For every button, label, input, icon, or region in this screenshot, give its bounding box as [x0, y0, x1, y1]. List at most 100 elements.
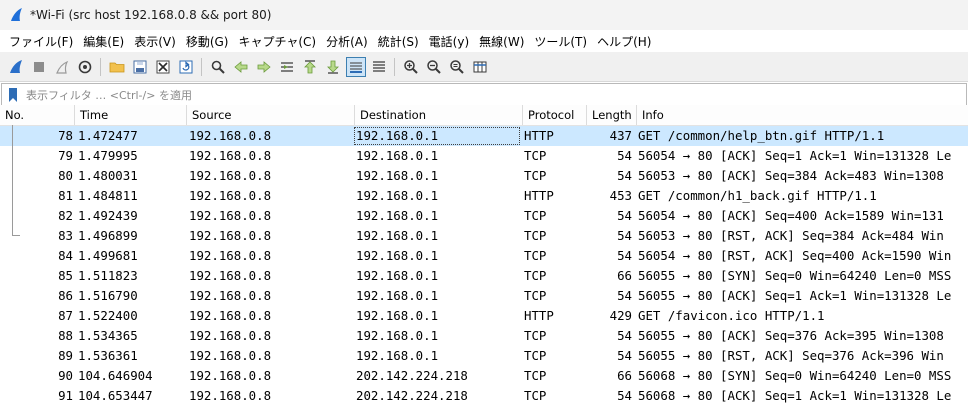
zoom-out-button[interactable] — [424, 57, 444, 77]
cell-protocol: TCP — [524, 268, 547, 283]
menu-go[interactable]: 移動(G) — [181, 33, 234, 50]
arrow-up-bar-icon — [303, 59, 316, 73]
cell-protocol: TCP — [524, 208, 547, 223]
cell-protocol: TCP — [524, 368, 547, 383]
menu-view[interactable]: 表示(V) — [129, 33, 181, 50]
arrow-down-bar-icon — [326, 60, 339, 74]
packet-list-header: No. Time Source Destination Protocol Len… — [0, 105, 968, 126]
cell-no: 84 — [58, 248, 73, 263]
cell-info: 56053 → 80 [RST, ACK] Seq=384 Ack=484 Wi… — [638, 228, 944, 243]
column-header-no[interactable]: No. — [0, 105, 75, 125]
packet-row[interactable]: 86 1.516790 192.168.0.8 192.168.0.1 TCP 54 560… — [0, 286, 968, 306]
menu-help[interactable]: ヘルプ(H) — [592, 33, 656, 50]
cell-info: 56055 → 80 [ACK] Seq=376 Ack=395 Win=130… — [638, 328, 944, 343]
menu-statistics[interactable]: 統計(S) — [373, 33, 424, 50]
search-icon — [211, 60, 225, 74]
open-file-button[interactable] — [107, 57, 127, 77]
toolbar-separator — [100, 57, 101, 76]
packet-row[interactable]: 87 1.522400 192.168.0.8 192.168.0.1 HTTP 429 G… — [0, 306, 968, 326]
column-header-protocol[interactable]: Protocol — [523, 105, 587, 125]
cell-time: 104.653447 — [78, 388, 153, 403]
column-header-source[interactable]: Source — [187, 105, 355, 125]
cell-protocol: TCP — [524, 328, 547, 343]
packet-row[interactable]: 81 1.484811 192.168.0.8 192.168.0.1 HTTP 453 G… — [0, 186, 968, 206]
cell-no: 86 — [58, 288, 73, 303]
stop-icon — [33, 61, 44, 72]
cell-time: 1.522400 — [78, 308, 138, 323]
cell-info: 56055 → 80 [SYN] Seq=0 Win=64240 Len=0 M… — [638, 268, 952, 283]
column-header-length[interactable]: Length — [587, 105, 637, 125]
packet-row[interactable]: 90 104.646904 192.168.0.8 202.142.224.218 TC… — [0, 366, 968, 386]
cell-source: 192.168.0.8 — [189, 208, 272, 223]
colorize-button[interactable] — [369, 57, 389, 77]
save-file-button[interactable] — [130, 57, 150, 77]
packet-row[interactable]: 79 1.479995 192.168.0.8 192.168.0.1 TCP 54 560… — [0, 146, 968, 166]
close-file-icon — [156, 60, 169, 73]
reload-file-button[interactable] — [176, 57, 196, 77]
cell-length: 66 — [617, 368, 632, 383]
go-to-packet-button[interactable] — [277, 57, 297, 77]
cell-length: 54 — [617, 388, 632, 403]
menu-wireless[interactable]: 無線(W) — [474, 33, 529, 50]
packet-row[interactable]: 83 1.496899 192.168.0.8 192.168.0.1 TCP 54 560… — [0, 226, 968, 246]
cell-protocol: TCP — [524, 248, 547, 263]
start-capture-button[interactable] — [6, 57, 26, 77]
go-last-packet-button[interactable] — [323, 57, 343, 77]
menu-analyze[interactable]: 分析(A) — [321, 33, 373, 50]
resize-columns-button[interactable] — [470, 57, 490, 77]
packet-row[interactable]: 80 1.480031 192.168.0.8 192.168.0.1 TCP 54 560… — [0, 166, 968, 186]
folder-icon — [109, 62, 124, 72]
stop-capture-button[interactable] — [29, 57, 49, 77]
packet-row[interactable]: 84 1.499681 192.168.0.8 192.168.0.1 TCP 54 560… — [0, 246, 968, 266]
related-packets-indicator-end — [12, 235, 20, 236]
close-file-button[interactable] — [153, 57, 173, 77]
find-packet-button[interactable] — [208, 57, 228, 77]
packet-row[interactable]: 82 1.492439 192.168.0.8 192.168.0.1 TCP 54 560… — [0, 206, 968, 226]
packet-row[interactable]: 91 104.653447 192.168.0.8 202.142.224.218 TC… — [0, 386, 968, 406]
zoom-normal-button[interactable] — [447, 57, 467, 77]
go-back-button[interactable] — [231, 57, 251, 77]
auto-scroll-button[interactable] — [345, 56, 366, 77]
cell-destination: 192.168.0.1 — [356, 208, 439, 223]
menu-bar: ファイル(F) 編集(E) 表示(V) 移動(G) キャプチャ(C) 分析(A)… — [0, 30, 968, 52]
cell-source: 192.168.0.8 — [189, 128, 272, 143]
menu-tools[interactable]: ツール(T) — [529, 33, 592, 50]
packet-row[interactable]: 85 1.511823 192.168.0.8 192.168.0.1 TCP 66 560… — [0, 266, 968, 286]
cell-no: 91 — [58, 388, 73, 403]
zoom-in-button[interactable] — [401, 57, 421, 77]
filter-bookmark-button[interactable] — [6, 85, 20, 105]
cell-destination: 192.168.0.1 — [356, 228, 439, 243]
cell-source: 192.168.0.8 — [189, 148, 272, 163]
column-header-time[interactable]: Time — [75, 105, 187, 125]
packet-list[interactable]: No. Time Source Destination Protocol Len… — [0, 105, 968, 406]
cell-time: 1.479995 — [78, 148, 138, 163]
display-filter-input[interactable] — [26, 85, 966, 105]
cell-time: 1.516790 — [78, 288, 138, 303]
cell-destination: 192.168.0.1 — [356, 248, 439, 263]
go-forward-button[interactable] — [254, 57, 274, 77]
packet-row[interactable]: 88 1.534365 192.168.0.8 192.168.0.1 TCP 54 560… — [0, 326, 968, 346]
capture-options-button[interactable] — [75, 57, 95, 77]
cell-time: 1.536361 — [78, 348, 138, 363]
title-bar: *Wi-Fi (src host 192.168.0.8 && port 80) — [0, 0, 968, 30]
display-filter-bar — [1, 83, 967, 107]
packet-row[interactable]: 89 1.536361 192.168.0.8 192.168.0.1 TCP 54 560… — [0, 346, 968, 366]
column-header-info[interactable]: Info — [637, 105, 968, 125]
cell-source: 192.168.0.8 — [189, 328, 272, 343]
cell-time: 104.646904 — [78, 368, 153, 383]
packet-row[interactable]: 78 1.472477 192.168.0.8 192.168.0.1 HTTP 437 G… — [0, 126, 968, 146]
menu-capture[interactable]: キャプチャ(C) — [233, 33, 321, 50]
cell-no: 87 — [58, 308, 73, 323]
go-to-packet-icon — [280, 61, 293, 72]
cell-time: 1.496899 — [78, 228, 138, 243]
column-header-destination[interactable]: Destination — [355, 105, 523, 125]
cell-length: 54 — [617, 248, 632, 263]
menu-file[interactable]: ファイル(F) — [4, 33, 78, 50]
menu-telephony[interactable]: 電話(y) — [424, 33, 474, 50]
restart-capture-button[interactable] — [52, 57, 72, 77]
menu-edit[interactable]: 編集(E) — [78, 33, 129, 50]
cell-info: GET /common/h1_back.gif HTTP/1.1 — [638, 188, 877, 203]
cell-destination: 192.168.0.1 — [356, 328, 439, 343]
go-first-packet-button[interactable] — [300, 57, 320, 77]
cell-protocol: HTTP — [524, 188, 554, 203]
